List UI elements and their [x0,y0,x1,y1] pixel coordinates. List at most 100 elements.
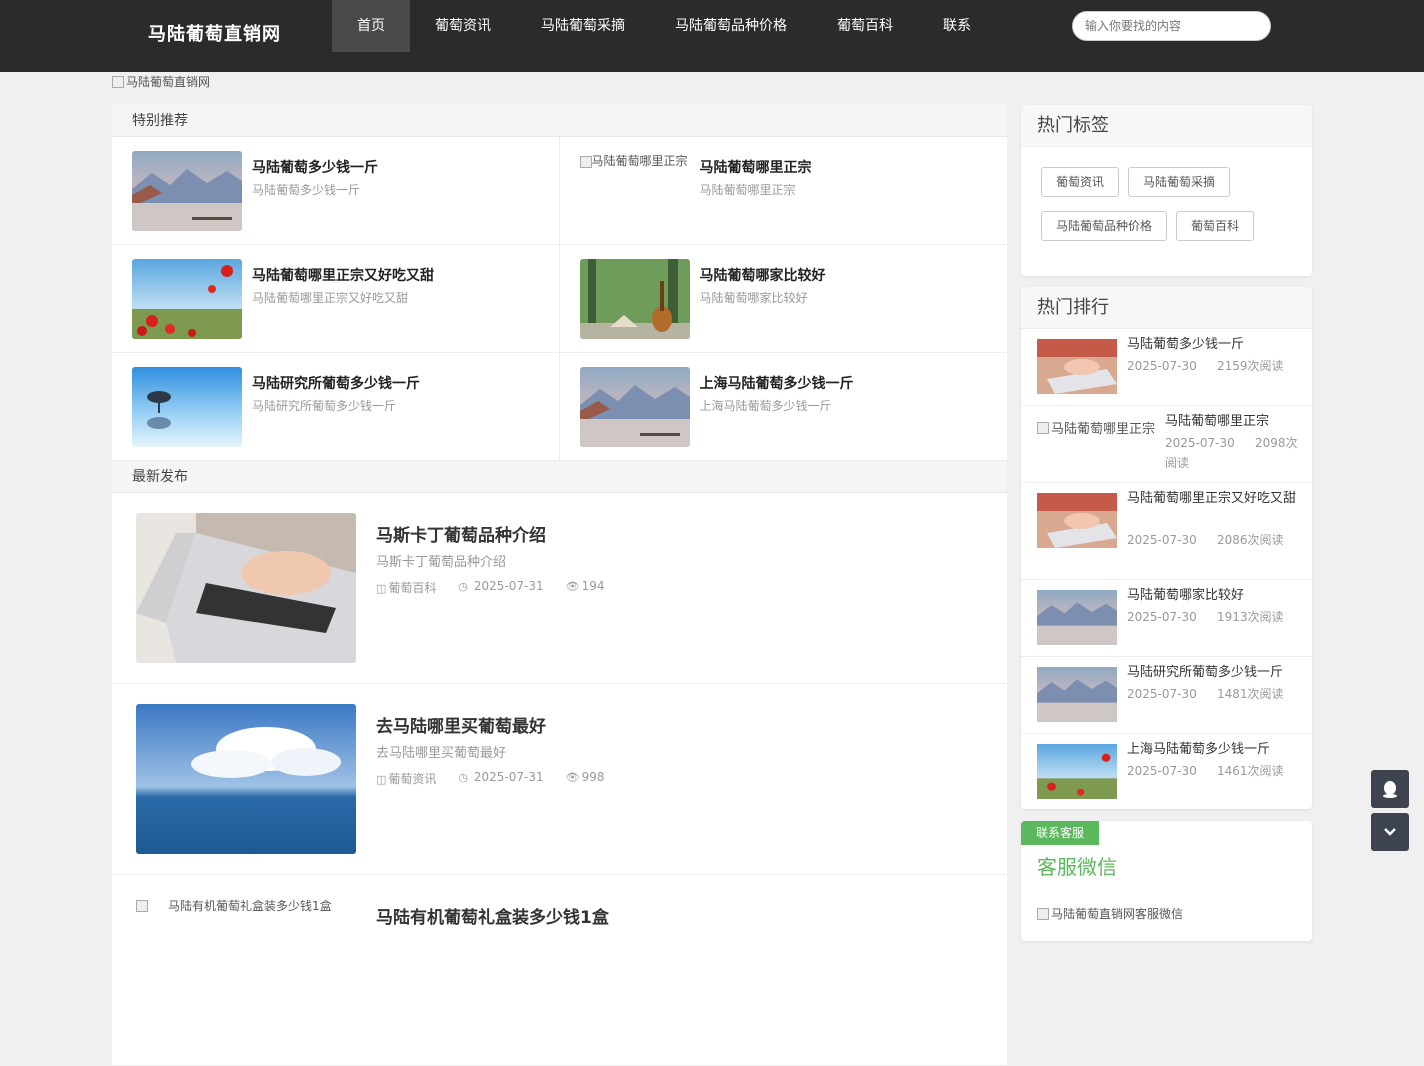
qq-chat-button[interactable] [1371,770,1409,808]
post-category[interactable]: 葡萄百科 [388,581,436,595]
post-views: 998 [581,770,605,784]
guitar-thumbnail[interactable] [579,259,690,339]
broken-image[interactable]: 马陆葡萄直销网客服微信 [1037,905,1183,922]
post-item[interactable]: 去马陆哪里买葡萄最好 去马陆哪里买葡萄最好 ◫ 葡萄资讯 ◷ 2025-07-31… [112,684,1007,875]
featured-subtitle: 马陆葡萄多少钱一斤 [252,183,361,197]
post-views: 194 [581,579,605,593]
latest-heading: 最新发布 [112,461,1007,493]
rank-item[interactable]: 上海马陆葡萄多少钱一斤 2025-07-30 1461次阅读 [1021,734,1312,811]
post-summary: 去马陆哪里买葡萄最好 [376,746,507,761]
scroll-down-button[interactable] [1371,813,1409,851]
main-content: 特别推荐 马陆葡萄多少钱一斤 马陆葡萄多少钱一斤 马陆葡萄哪里正宗 马陆葡萄哪里… [112,105,1007,1066]
broken-image-icon [579,155,592,168]
hot-tags-widget: 热门标签 葡萄资讯 马陆葡萄采摘 马陆葡萄品种价格 葡萄百科 [1021,105,1312,276]
hot-tags-heading: 热门标签 [1021,105,1312,147]
featured-subtitle: 马陆葡萄哪里正宗又好吃又甜 [252,291,409,305]
post-item[interactable]: 马陆有机葡萄礼盒装多少钱1盒 马陆有机葡萄礼盒装多少钱1盒 [112,875,1007,1066]
rank-title[interactable]: 马陆葡萄哪家比较好 [1127,586,1299,606]
chevron-down-icon [1384,828,1396,836]
featured-item[interactable]: 马陆葡萄哪里正宗又好吃又甜 马陆葡萄哪里正宗又好吃又甜 [112,245,560,353]
featured-item[interactable]: 马陆葡萄多少钱一斤 马陆葡萄多少钱一斤 [112,137,560,245]
nav-grape-news[interactable]: 葡萄资讯 [410,0,516,52]
lake-thumbnail[interactable] [579,367,690,447]
post-title[interactable]: 马斯卡丁葡萄品种介绍 [376,521,546,546]
nav-grape-wiki[interactable]: 葡萄百科 [812,0,918,52]
rank-item[interactable]: 马陆研究所葡萄多少钱一斤 2025-07-30 1481次阅读 [1021,657,1312,734]
rank-item[interactable]: 马陆葡萄哪里正宗又好吃又甜 2025-07-30 2086次阅读 [1021,483,1312,580]
broken-image-icon [112,75,124,88]
broken-image-icon [136,899,148,912]
featured-title[interactable]: 上海马陆葡萄多少钱一斤 [700,373,854,393]
featured-title[interactable]: 马陆葡萄哪家比较好 [700,265,826,285]
service-badge: 联系客服 [1021,821,1100,845]
poppies-thumbnail[interactable] [132,259,242,339]
post-title[interactable]: 去马陆哪里买葡萄最好 [376,712,546,737]
banner-image-broken[interactable]: 马陆葡萄直销网 [112,73,210,90]
poppies-thumbnail[interactable] [1037,744,1117,799]
featured-subtitle: 马陆研究所葡萄多少钱一斤 [252,399,397,413]
post-date: 2025-07-31 [473,770,544,784]
post-summary: 马斯卡丁葡萄品种介绍 [376,555,507,570]
rank-meta: 2025-07-30 1461次阅读 [1127,764,1284,778]
rank-title[interactable]: 马陆葡萄多少钱一斤 [1127,335,1299,355]
service-title: 客服微信 [1037,855,1117,879]
featured-subtitle: 马陆葡萄哪里正宗 [699,183,796,197]
featured-heading: 特别推荐 [112,105,1007,137]
post-item[interactable]: 马斯卡丁葡萄品种介绍 马斯卡丁葡萄品种介绍 ◫ 葡萄百科 ◷ 2025-07-31… [112,493,1007,684]
search-input[interactable] [1072,11,1271,41]
rank-item[interactable]: 马陆葡萄哪家比较好 2025-07-30 1913次阅读 [1021,580,1312,657]
rank-meta: 2025-07-30 2159次阅读 [1127,359,1284,373]
post-meta: ◫ 葡萄百科 ◷ 2025-07-31 👁 194 [376,579,604,596]
broken-image[interactable]: 马陆葡萄哪里正宗 [579,151,690,171]
nav-home[interactable]: 首页 [332,0,410,52]
hot-rank-heading: 热门排行 [1021,287,1312,329]
main-nav: 首页 葡萄资讯 马陆葡萄采摘 马陆葡萄品种价格 葡萄百科 联系 [332,0,996,52]
rank-item[interactable]: 马陆葡萄哪里正宗 马陆葡萄哪里正宗 2025-07-30 2098次阅读 [1021,406,1312,483]
category-icon: ◫ [376,773,387,786]
tag-link[interactable]: 葡萄百科 [1176,211,1255,241]
laptop-thumbnail[interactable] [1037,339,1117,394]
rank-title[interactable]: 马陆葡萄哪里正宗 [1165,412,1305,432]
eye-icon: 👁 [565,771,580,784]
featured-title[interactable]: 马陆研究所葡萄多少钱一斤 [252,373,420,393]
post-category[interactable]: 葡萄资讯 [388,772,436,786]
tag-link[interactable]: 马陆葡萄品种价格 [1041,211,1168,241]
site-logo[interactable]: 马陆葡萄直销网 [148,20,281,46]
tag-cloud: 葡萄资讯 马陆葡萄采摘 马陆葡萄品种价格 葡萄百科 [1021,147,1312,241]
featured-subtitle: 上海马陆葡萄多少钱一斤 [699,399,832,413]
featured-title[interactable]: 马陆葡萄哪里正宗 [700,157,812,177]
featured-title[interactable]: 马陆葡萄哪里正宗又好吃又甜 [252,265,434,285]
laptop-thumbnail[interactable] [136,513,356,663]
tree-thumbnail[interactable] [132,367,242,447]
tag-link[interactable]: 葡萄资讯 [1041,167,1120,197]
broken-image-icon [1037,421,1049,434]
post-title[interactable]: 马陆有机葡萄礼盒装多少钱1盒 [376,903,609,928]
hot-rank-widget: 热门排行 马陆葡萄多少钱一斤 2025-07-30 2159次阅读 马陆葡萄哪里正… [1021,287,1312,809]
nav-variety-price[interactable]: 马陆葡萄品种价格 [650,0,812,52]
rank-item[interactable]: 马陆葡萄多少钱一斤 2025-07-30 2159次阅读 [1021,329,1312,406]
broken-image-icon [1037,907,1049,920]
rank-title[interactable]: 上海马陆葡萄多少钱一斤 [1127,740,1299,760]
clock-icon: ◷ [458,580,469,593]
rank-title[interactable]: 马陆葡萄哪里正宗又好吃又甜 [1127,489,1299,509]
rank-meta: 2025-07-30 2098次阅读 [1165,436,1298,470]
featured-title[interactable]: 马陆葡萄多少钱一斤 [252,157,378,177]
customer-service-widget: 联系客服 客服微信 马陆葡萄直销网客服微信 [1021,821,1312,941]
category-icon: ◫ [376,582,387,595]
nav-contact[interactable]: 联系 [918,0,996,52]
tag-link[interactable]: 马陆葡萄采摘 [1128,167,1231,197]
nav-grape-picking[interactable]: 马陆葡萄采摘 [516,0,650,52]
broken-image[interactable]: 马陆有机葡萄礼盒装多少钱1盒 [136,897,332,914]
featured-item[interactable]: 马陆研究所葡萄多少钱一斤 马陆研究所葡萄多少钱一斤 [112,353,560,461]
featured-item[interactable]: 马陆葡萄哪家比较好 马陆葡萄哪家比较好 [559,245,1007,353]
featured-item[interactable]: 马陆葡萄哪里正宗 马陆葡萄哪里正宗 马陆葡萄哪里正宗 [559,137,1007,245]
sea-clouds-thumbnail[interactable] [136,704,356,854]
post-date: 2025-07-31 [473,579,544,593]
laptop-thumbnail[interactable] [1037,493,1117,548]
lake-thumbnail[interactable] [1037,590,1117,645]
rank-title[interactable]: 马陆研究所葡萄多少钱一斤 [1127,663,1299,683]
featured-item[interactable]: 上海马陆葡萄多少钱一斤 上海马陆葡萄多少钱一斤 [559,353,1007,461]
rank-meta: 2025-07-30 1481次阅读 [1127,687,1284,701]
lake-thumbnail[interactable] [132,151,242,231]
lake-thumbnail[interactable] [1037,667,1117,722]
